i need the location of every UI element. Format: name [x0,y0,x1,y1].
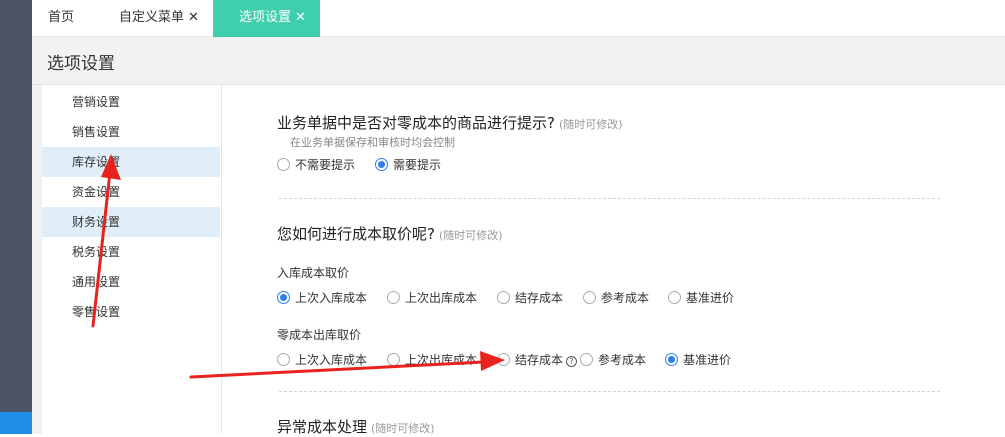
zero-outbound-cost-label: 零成本出库取价 [277,328,362,342]
radio-label: 需要提示 [393,158,442,172]
question-text: 业务单据中是否对零成本的商品进行提示? [277,114,555,132]
radio-zero-last-in[interactable]: 上次入库成本 [277,352,367,368]
rail-bottom-block [0,412,32,434]
modify-hint: (随时可修改) [438,229,503,242]
close-icon[interactable]: ✕ [295,10,306,25]
radio-label: 上次出库成本 [405,291,478,305]
tab-options-settings[interactable]: 选项设置 ✕ [213,0,320,37]
tab-label: 首页 [48,10,75,25]
radio-circle [387,291,400,304]
radio-zero-balance[interactable]: 结存成本? [497,352,578,368]
radio-inbound-last-out[interactable]: 上次出库成本 [387,290,477,306]
modify-hint: (随时可修改) [371,422,435,435]
question-text: 异常成本处理 [277,418,368,436]
inbound-cost-label: 入库成本取价 [277,266,350,280]
radio-zero-reference[interactable]: 参考成本 [580,352,646,368]
section-divider [279,391,940,392]
sidebar-item-funds[interactable]: 资金设置 [42,177,220,207]
tab-label: 自定义菜单 [119,10,185,25]
radio-circle [387,353,400,366]
zero-cost-prompt-note: 在业务单据保存和审核时均会控制 [290,136,455,149]
zero-cost-prompt-title: 业务单据中是否对零成本的商品进行提示? (随时可修改) [277,112,623,133]
tab-label: 选项设置 [239,10,292,25]
help-icon[interactable]: ? [566,356,578,367]
question-text: 您如何进行成本取价呢? [277,225,435,243]
radio-inbound-balance[interactable]: 结存成本 [497,290,563,306]
modify-hint: (随时可修改) [558,118,623,131]
sidebar-item-inventory[interactable]: 库存设置 [42,147,220,177]
radio-no-prompt[interactable]: 不需要提示 [277,157,355,173]
radio-circle [580,353,593,366]
radio-need-prompt[interactable]: 需要提示 [375,157,441,173]
radio-circle [497,353,510,366]
radio-inbound-base-price[interactable]: 基准进价 [668,290,734,306]
radio-circle [277,291,290,304]
radio-zero-last-out[interactable]: 上次出库成本 [387,352,477,368]
radio-circle [665,353,678,366]
radio-inbound-reference[interactable]: 参考成本 [583,290,649,306]
radio-label: 上次入库成本 [295,291,368,305]
radio-label: 基准进价 [686,291,735,305]
radio-label: 上次出库成本 [405,353,478,367]
sidebar-item-retail[interactable]: 零售设置 [42,297,220,327]
radio-circle [277,353,290,366]
close-icon[interactable]: ✕ [188,10,199,25]
page-header: 选项设置 [32,37,1005,85]
app-left-rail [0,0,32,434]
radio-label: 结存成本 [515,291,564,305]
page-title: 选项设置 [47,54,115,74]
radio-circle [497,291,510,304]
section-divider [279,198,940,199]
tab-bar: 首页 自定义菜单 ✕ 选项设置 ✕ [32,0,1005,37]
content-area: 营销设置 销售设置 库存设置 资金设置 财务设置 税务设置 通用设置 零售设置 … [32,85,1005,436]
radio-label: 参考成本 [601,291,650,305]
settings-sidebar: 营销设置 销售设置 库存设置 资金设置 财务设置 税务设置 通用设置 零售设置 [42,85,222,434]
radio-circle [277,158,290,171]
sidebar-item-tax[interactable]: 税务设置 [42,237,220,267]
settings-main: 业务单据中是否对零成本的商品进行提示? (随时可修改) 在业务单据保存和审核时均会… [222,85,1005,436]
radio-label: 参考成本 [598,353,647,367]
tab-home[interactable]: 首页 [48,0,74,37]
sidebar-item-finance[interactable]: 财务设置 [42,207,220,237]
radio-circle [583,291,596,304]
tab-custom-menu[interactable]: 自定义菜单 ✕ [119,0,199,37]
radio-circle [668,291,681,304]
radio-label: 基准进价 [683,353,732,367]
sidebar-item-general[interactable]: 通用设置 [42,267,220,297]
sidebar-item-sales[interactable]: 销售设置 [42,117,220,147]
radio-label: 不需要提示 [295,158,356,172]
radio-circle [375,158,388,171]
cost-pricing-title: 您如何进行成本取价呢? (随时可修改) [277,223,503,244]
sidebar-item-marketing[interactable]: 营销设置 [42,87,220,117]
radio-zero-base-price[interactable]: 基准进价 [665,352,731,368]
radio-label: 上次入库成本 [295,353,368,367]
radio-label: 结存成本 [515,353,564,367]
radio-inbound-last-in[interactable]: 上次入库成本 [277,290,367,306]
